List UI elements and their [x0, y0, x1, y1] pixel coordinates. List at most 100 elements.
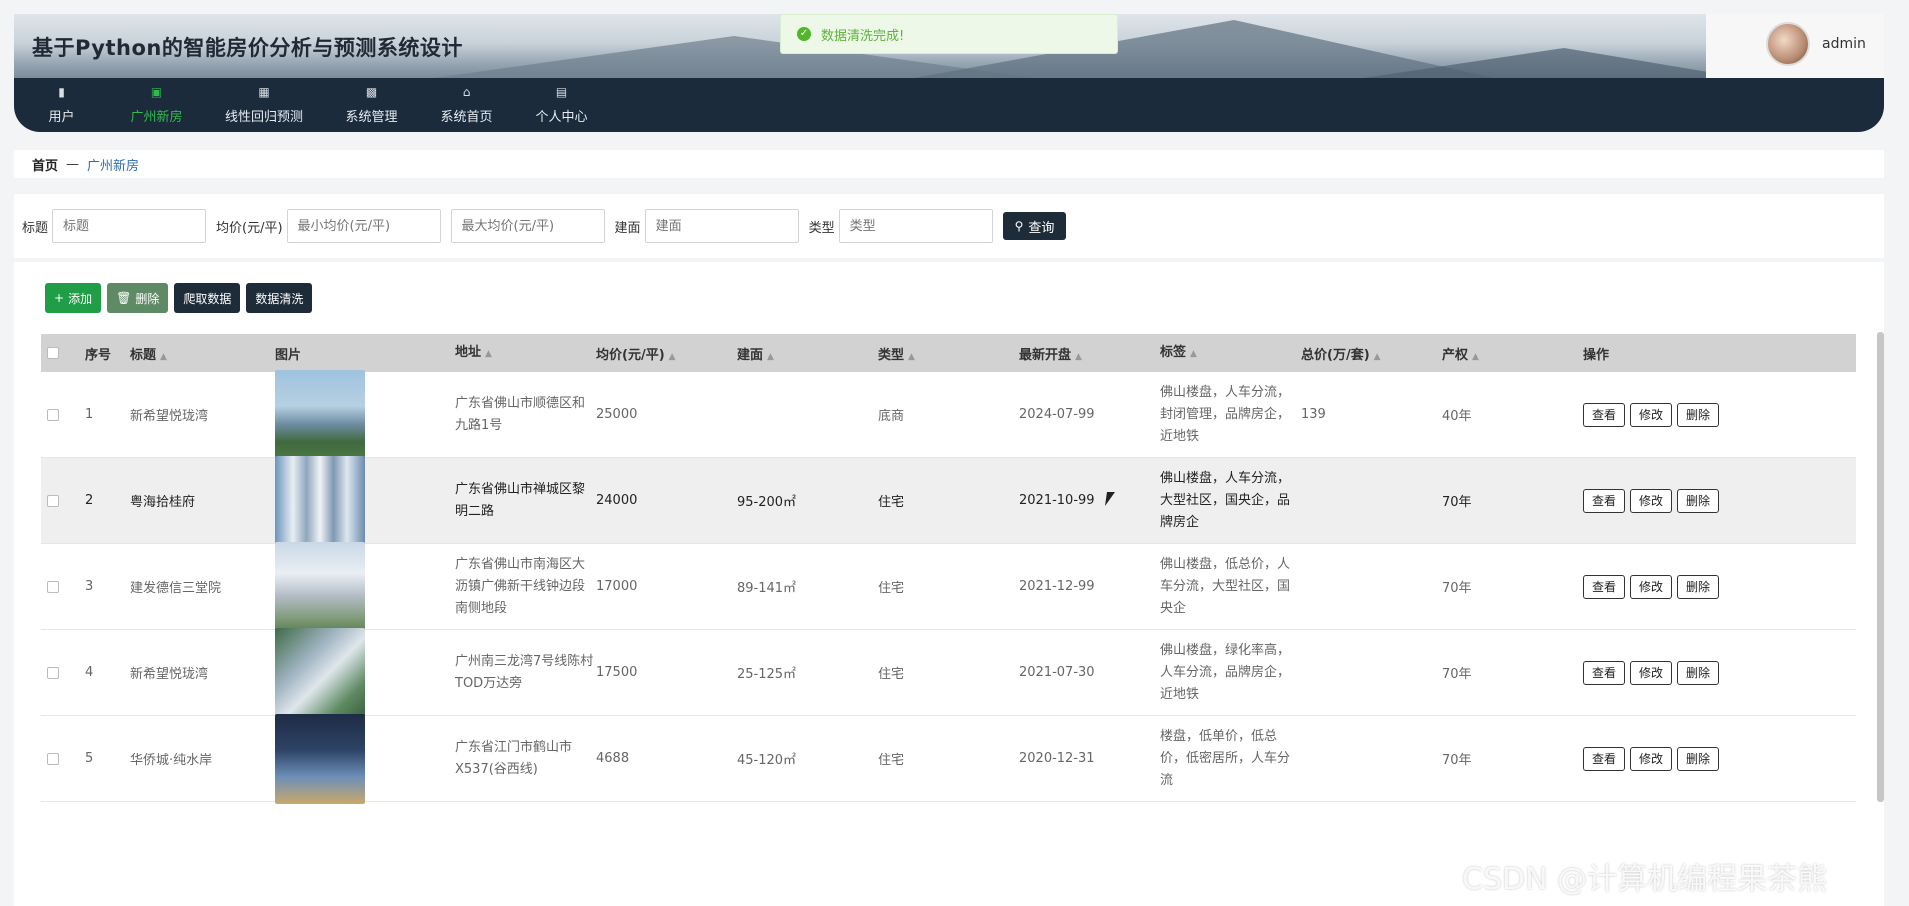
watermark: CSDN @计算机编程果茶熊 [1462, 862, 1828, 897]
cell-address: 广东省佛山市顺德区和九路1号 [455, 395, 586, 433]
house-image[interactable] [275, 369, 365, 460]
table-row[interactable]: 3 建发德信三堂院 广东省佛山市南海区大沥镇广佛新干线钟边段南侧地段 17000… [41, 541, 1856, 632]
house-image[interactable] [275, 541, 365, 632]
edit-button[interactable]: 修改 [1630, 488, 1673, 513]
view-button[interactable]: 查看 [1583, 574, 1626, 599]
cell-property: 40年 [1442, 409, 1472, 424]
cell-address: 广东省佛山市禅城区黎明二路 [455, 481, 586, 519]
column-header[interactable]: 标题 ▲ [130, 344, 275, 363]
clean-data-button[interactable]: 数据清洗 [246, 283, 313, 313]
cell-price: 4688 [596, 751, 630, 766]
title-label: 标题 [22, 220, 49, 236]
edit-button[interactable]: 修改 [1630, 574, 1673, 599]
cell-tags: 佛山楼盘，低总价，人车分流，大型社区，国央企 [1160, 556, 1291, 616]
row-delete-button[interactable]: 删除 [1677, 660, 1720, 685]
app-title: 基于Python的智能房价分析与预测系统设计 [32, 36, 463, 60]
cell-property: 70年 [1442, 581, 1472, 596]
nav-item-system-home[interactable]: ⌂ 系统首页 [419, 78, 514, 132]
row-checkbox[interactable] [47, 666, 59, 679]
max-price-input[interactable] [450, 209, 605, 243]
cell-tags: 佛山楼盘，人车分流，封闭管理，品牌房企，近地铁 [1160, 384, 1291, 444]
table-row[interactable]: 1 新希望悦珑湾 广东省佛山市顺德区和九路1号 25000 底商 2024-07… [41, 369, 1856, 460]
select-all-checkbox[interactable] [47, 347, 59, 359]
cell-title: 新希望悦珑湾 [130, 409, 209, 424]
view-button[interactable]: 查看 [1583, 746, 1626, 771]
cell-type: 住宅 [878, 581, 905, 596]
table-row[interactable]: 5 华侨城·纯水岸 广东省江门市鹤山市X537(谷西线) 4688 45-120… [41, 713, 1856, 804]
cell-address: 广东省江门市鹤山市X537(谷西线) [455, 739, 573, 777]
query-button[interactable]: ⚲ 查询 [1002, 212, 1067, 240]
cell-price: 17500 [596, 665, 638, 680]
row-delete-button[interactable]: 删除 [1677, 488, 1720, 513]
table-header: 序号 标题 ▲ 图片 地址 ▲ 均价(元/平) ▲ 建面 ▲ 类型 ▲ 最新开盘 ▲ 标签 ▲… [41, 334, 1856, 372]
column-header[interactable]: 最新开盘 ▲ [1019, 344, 1160, 363]
type-label: 类型 [808, 220, 835, 236]
cell-area: 25-125㎡ [737, 667, 797, 682]
column-header[interactable]: 类型 ▲ [878, 344, 1019, 363]
delete-button[interactable]: 🗑 删除 [107, 283, 169, 313]
breadcrumb-current[interactable]: 广州新房 [87, 155, 139, 174]
row-checkbox[interactable] [47, 408, 59, 421]
cell-title: 新希望悦珑湾 [130, 667, 209, 682]
column-header[interactable]: 产权 ▲ [1442, 344, 1583, 363]
min-price-input[interactable] [286, 209, 441, 243]
page-scrollbar[interactable] [1877, 332, 1884, 802]
cell-type: 住宅 [878, 495, 905, 510]
table-row[interactable]: 4 新希望悦珑湾 广州南三龙湾7号线陈村TOD万达旁 17500 25-125㎡… [41, 627, 1856, 718]
sort-icon: ▲ [1373, 351, 1381, 362]
row-delete-button[interactable]: 删除 [1677, 402, 1720, 427]
row-checkbox[interactable] [47, 580, 59, 593]
cell-property: 70年 [1442, 667, 1472, 682]
cell-price: 24000 [596, 493, 638, 508]
nav-item-label: 系统管理 [345, 110, 398, 125]
breadcrumb-home[interactable]: 首页 [32, 155, 58, 174]
row-delete-button[interactable]: 删除 [1677, 574, 1720, 599]
cell-price: 25000 [596, 407, 638, 422]
price-label: 均价(元/平) [216, 220, 283, 236]
success-toast: ✓ 数据清洗完成! [780, 14, 1118, 54]
clean-data-label: 数据清洗 [255, 291, 304, 306]
nav-item-system-management[interactable]: ▩ 系统管理 [324, 78, 419, 132]
view-button[interactable]: 查看 [1583, 402, 1626, 427]
table-row[interactable]: 2 粤海拾桂府 广东省佛山市禅城区黎明二路 24000 95-200㎡ 住宅 2… [41, 455, 1856, 546]
row-delete-button[interactable]: 删除 [1677, 746, 1720, 771]
column-header[interactable]: 标签 ▲ [1160, 342, 1301, 365]
row-checkbox[interactable] [47, 494, 59, 507]
cell-area: 45-120㎡ [737, 753, 797, 768]
breadcrumb: 首页 — 广州新房 [14, 150, 1884, 178]
crawl-data-label: 爬取数据 [183, 291, 232, 306]
user-area: admin [1706, 14, 1884, 78]
house-image[interactable] [275, 713, 365, 804]
view-button[interactable]: 查看 [1583, 660, 1626, 685]
crawl-data-button[interactable]: 爬取数据 [174, 283, 241, 313]
nav-item-personal-center[interactable]: ▤ 个人中心 [514, 78, 609, 132]
query-button-label: 查询 [1028, 219, 1055, 235]
cell-index: 5 [85, 751, 94, 766]
edit-button[interactable]: 修改 [1630, 402, 1673, 427]
bar-chart-icon: ▩ [365, 85, 378, 99]
area-input[interactable] [644, 209, 799, 243]
add-button[interactable]: + 添加 [45, 283, 102, 313]
type-input[interactable] [838, 209, 993, 243]
edit-button[interactable]: 修改 [1630, 660, 1673, 685]
nav-item-linear-regression[interactable]: ▦ 线性回归预测 [204, 78, 324, 132]
nav-item-user[interactable]: ▮ 用户 [14, 78, 109, 132]
cell-area: 89-141㎡ [737, 581, 797, 596]
house-image[interactable] [275, 455, 365, 546]
edit-button[interactable]: 修改 [1630, 746, 1673, 771]
cell-index: 3 [85, 579, 94, 594]
username[interactable]: admin [1822, 36, 1866, 52]
row-checkbox[interactable] [47, 752, 59, 765]
house-image[interactable] [275, 627, 365, 718]
grid-icon: ▦ [258, 85, 270, 99]
column-header[interactable]: 均价(元/平) ▲ [596, 344, 737, 363]
column-header[interactable]: 地址 ▲ [455, 342, 596, 365]
column-header[interactable]: 总价(万/套) ▲ [1301, 344, 1442, 363]
column-header[interactable]: 建面 ▲ [737, 344, 878, 363]
cell-address: 广东省佛山市南海区大沥镇广佛新干线钟边段南侧地段 [455, 556, 586, 616]
avatar[interactable] [1766, 22, 1810, 66]
cell-title: 粤海拾桂府 [130, 495, 196, 510]
view-button[interactable]: 查看 [1583, 488, 1626, 513]
title-input[interactable] [52, 209, 207, 243]
nav-item-guangzhou-new-houses[interactable]: ▣ 广州新房 [109, 78, 204, 132]
